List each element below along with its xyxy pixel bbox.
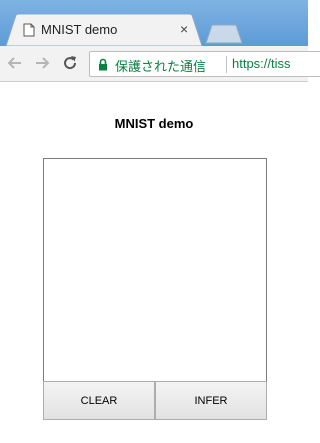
tab-title: MNIST demo	[41, 22, 118, 37]
omnibox-separator	[226, 56, 227, 73]
address-bar[interactable]: 保護された通信 https://tiss	[89, 51, 320, 77]
url-text[interactable]: https://tiss	[232, 56, 291, 71]
page-title: MNIST demo	[114, 116, 194, 131]
close-tab-icon[interactable]: ×	[180, 20, 188, 38]
clear-button[interactable]: CLEAR	[43, 381, 155, 420]
lock-icon	[99, 58, 107, 71]
reload-icon[interactable]	[61, 54, 79, 72]
page-content: MNIST demo CLEAR INFER	[0, 83, 308, 443]
security-status: 保護された通信	[115, 59, 207, 74]
new-tab-button[interactable]	[205, 24, 243, 44]
forward-arrow-icon[interactable]	[33, 54, 51, 72]
browser-tab[interactable]: MNIST demo ×	[6, 14, 202, 46]
toolbar: 保護された通信 https://tiss	[0, 46, 320, 82]
infer-button[interactable]: INFER	[155, 381, 267, 420]
page-icon	[23, 23, 35, 37]
tab-strip: MNIST demo ×	[0, 0, 308, 46]
drawing-canvas[interactable]	[43, 158, 267, 382]
back-arrow-icon[interactable]	[6, 54, 24, 72]
browser-chrome: MNIST demo × 保護された通信 https://tiss	[0, 0, 320, 82]
